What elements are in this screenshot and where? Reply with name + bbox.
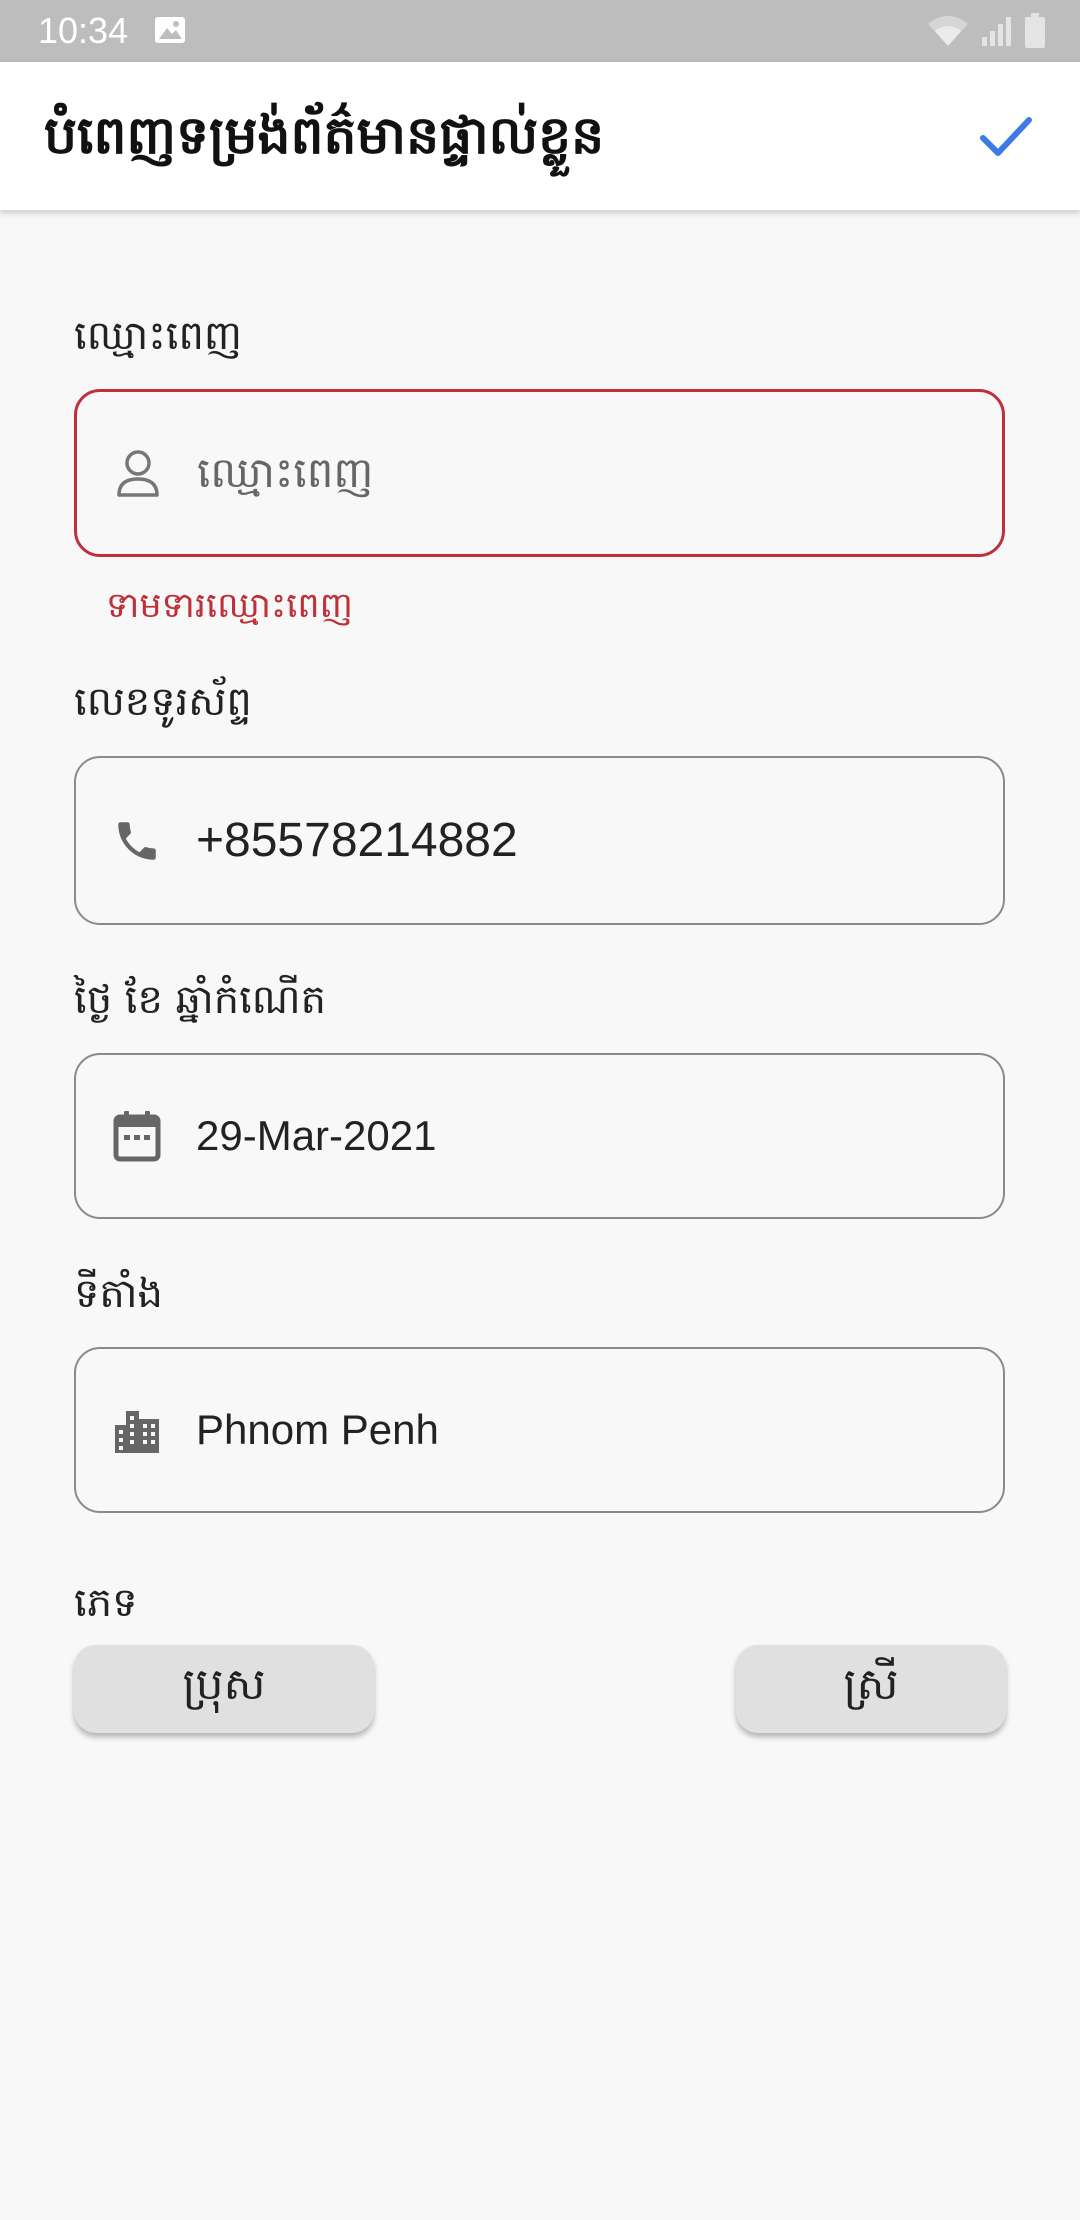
phone-value: +85578214882 [196,813,518,867]
person-icon [109,444,167,502]
status-icons [926,12,1046,50]
signal-icon [982,17,1011,46]
location-field[interactable]: Phnom Penh [74,1347,1005,1513]
full-name-input[interactable] [197,438,957,508]
battery-icon [1025,13,1045,48]
female-button[interactable]: ស្រី [736,1645,1006,1733]
wifi-icon [928,16,968,46]
status-time: 10:34 [38,10,129,51]
check-icon [980,117,1032,156]
submit-button[interactable] [968,98,1044,174]
birthdate-field[interactable]: 29-Mar-2021 [74,1053,1005,1219]
full-name-label: ឈ្មោះពេញ [74,313,242,359]
birthdate-label: ថ្ងៃ ខែ ឆ្នាំកំណើត [74,977,326,1023]
calendar-icon [108,1107,166,1165]
gender-label: ភេទ [74,1580,138,1626]
full-name-error: ទាមទារឈ្មោះពេញ [106,586,353,626]
phone-label: លេខទូរស័ព្ទ [74,679,252,725]
app-bar: បំពេញទម្រង់ព័ត៌មានផ្ទាល់ខ្លួន [0,62,1080,210]
full-name-field[interactable] [74,389,1005,557]
phone-icon [108,812,166,870]
image-notification-icon [155,17,185,43]
location-value: Phnom Penh [196,1406,439,1453]
birthdate-value: 29-Mar-2021 [196,1112,437,1159]
phone-field[interactable]: +85578214882 [74,756,1005,925]
city-icon [108,1401,166,1459]
page-title: បំពេញទម្រង់ព័ត៌មានផ្ទាល់ខ្លួន [44,106,605,166]
location-label: ទីតាំង [74,1271,163,1317]
status-bar: 10:34 [0,0,1080,62]
male-button[interactable]: ប្រុស [74,1645,374,1733]
